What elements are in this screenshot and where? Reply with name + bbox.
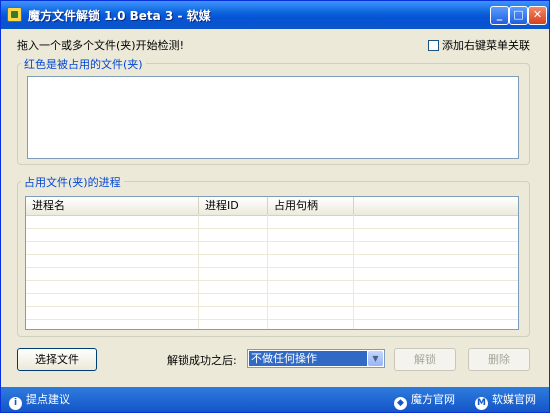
app-icon — [7, 7, 22, 22]
chevron-down-icon[interactable]: ▼ — [368, 351, 383, 366]
status-bar: i 提点建议 ◆ 魔方官网 M 软媒官网 — [1, 387, 549, 412]
grid-row-line — [26, 241, 518, 242]
unlock-button[interactable]: 解锁 — [394, 348, 456, 371]
ruanmei-site-label: 软媒官网 — [492, 393, 536, 406]
minimize-button[interactable]: _ — [490, 6, 509, 25]
context-menu-option[interactable]: 添加右键菜单关联 — [428, 37, 530, 53]
grid-row-line — [26, 280, 518, 281]
ruanmei-site-link[interactable]: M 软媒官网 — [475, 392, 536, 410]
grid-row-line — [26, 254, 518, 255]
locked-files-group-label: 红色是被占用的文件(夹) — [21, 56, 146, 72]
drag-instruction: 拖入一个或多个文件(夹)开始检测! — [17, 39, 184, 52]
column-handle[interactable]: 占用句柄 — [268, 197, 354, 215]
maximize-button[interactable]: □ — [509, 6, 528, 25]
grid-col-divider — [267, 215, 268, 329]
grid-row-line — [26, 228, 518, 229]
feedback-link[interactable]: i 提点建议 — [9, 392, 70, 410]
column-process-id[interactable]: 进程ID — [199, 197, 268, 215]
title-bar[interactable]: 魔方文件解锁 1.0 Beta 3 - 软媒 _ □ ✕ — [1, 1, 549, 29]
grid-col-divider — [198, 215, 199, 329]
cube-logo-icon: ◆ — [394, 397, 407, 410]
delete-button[interactable]: 删除 — [468, 348, 530, 371]
select-file-button[interactable]: 选择文件 — [17, 348, 97, 371]
after-unlock-select[interactable]: 不做任何操作 ▼ — [247, 349, 385, 368]
cube-site-label: 魔方官网 — [411, 393, 455, 406]
after-unlock-selected-value: 不做任何操作 — [249, 351, 367, 366]
process-table-header: 进程名 进程ID 占用句柄 — [26, 197, 518, 216]
cube-site-link[interactable]: ◆ 魔方官网 — [394, 392, 455, 410]
context-menu-checkbox-label: 添加右键菜单关联 — [442, 39, 530, 52]
feedback-link-label: 提点建议 — [26, 393, 70, 406]
ruanmei-logo-icon: M — [475, 397, 488, 410]
grid-col-divider — [353, 215, 354, 329]
window-title: 魔方文件解锁 1.0 Beta 3 - 软媒 — [28, 9, 211, 23]
info-icon: i — [9, 397, 22, 410]
after-unlock-label: 解锁成功之后: — [167, 354, 237, 367]
close-button[interactable]: ✕ — [528, 6, 547, 25]
context-menu-checkbox[interactable] — [428, 40, 439, 51]
locked-files-list[interactable] — [27, 76, 519, 159]
grid-row-line — [26, 319, 518, 320]
process-table[interactable]: 进程名 进程ID 占用句柄 — [25, 196, 519, 330]
process-group-label: 占用文件(夹)的进程 — [21, 174, 124, 190]
grid-row-line — [26, 267, 518, 268]
grid-row-line — [26, 293, 518, 294]
column-extra — [354, 197, 518, 215]
app-window: 魔方文件解锁 1.0 Beta 3 - 软媒 _ □ ✕ 拖入一个或多个文件(夹… — [0, 0, 550, 413]
column-process-name[interactable]: 进程名 — [26, 197, 199, 215]
grid-row-line — [26, 306, 518, 307]
